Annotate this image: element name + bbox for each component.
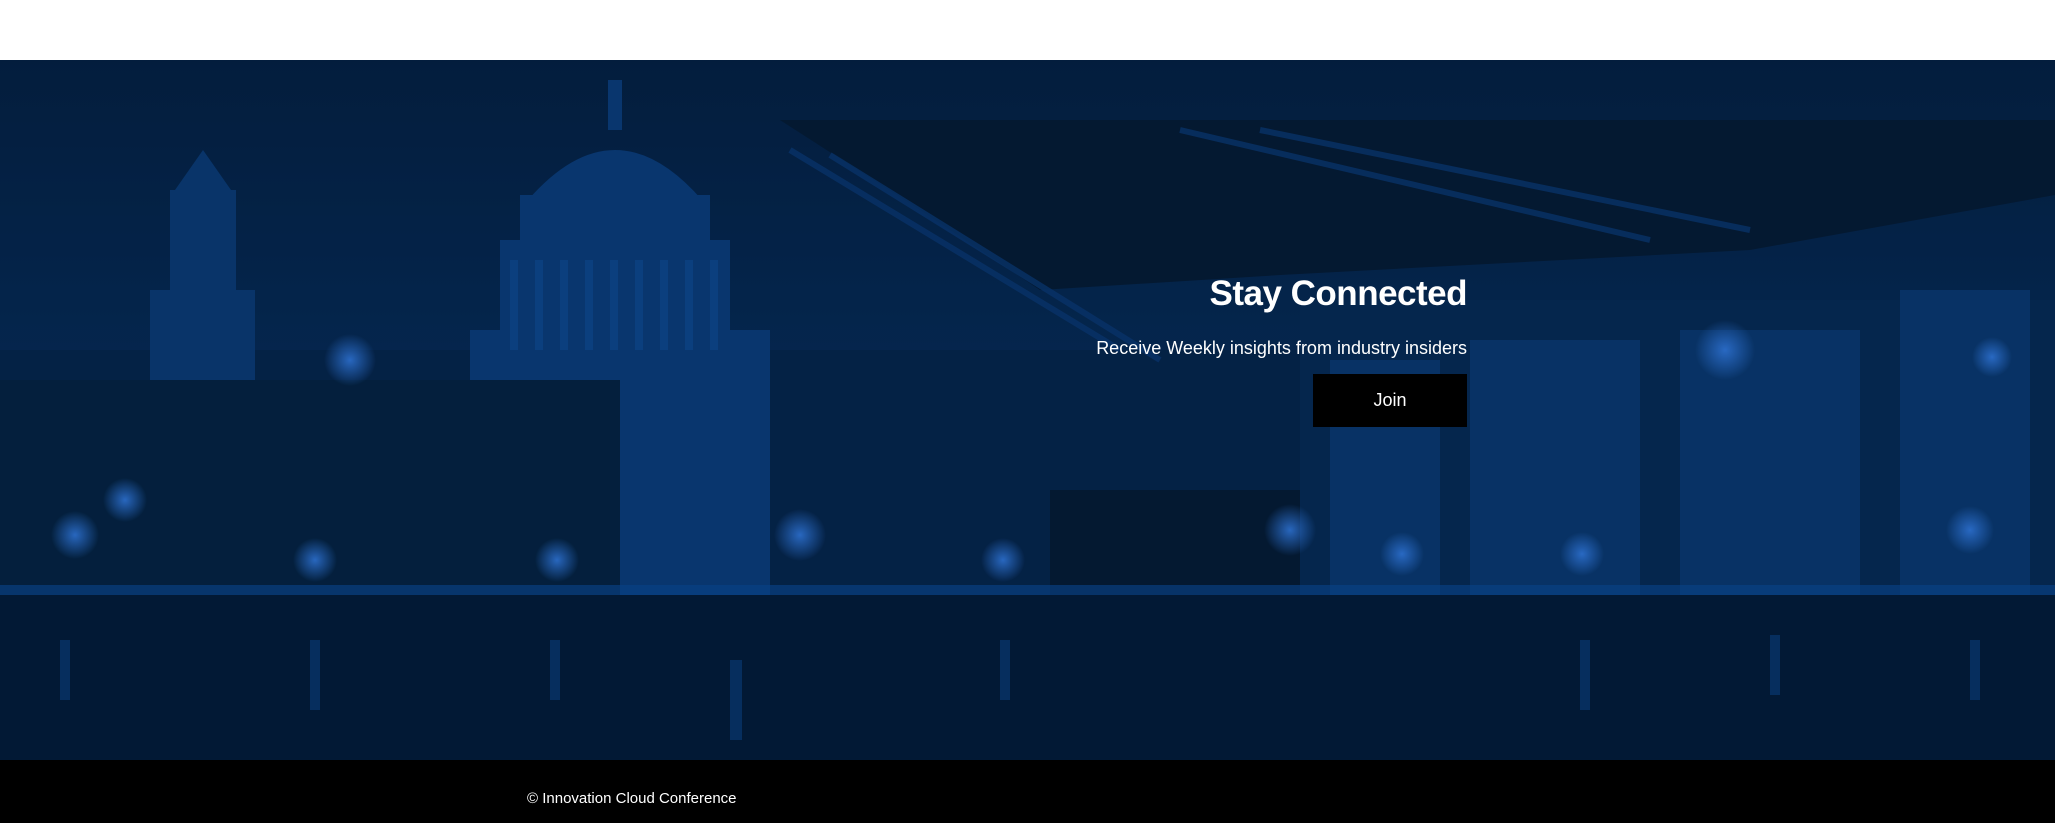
newsletter-subtitle: Receive Weekly insights from industry in…	[1096, 338, 1467, 358]
page-footer: © Innovation Cloud Conference	[0, 760, 2055, 823]
join-button[interactable]: Join	[1313, 374, 1467, 427]
newsletter-hero-section: Stay Connected Receive Weekly insights f…	[0, 60, 2055, 760]
copyright-text: © Innovation Cloud Conference	[527, 790, 737, 807]
city-skyline-background-image	[0, 60, 2055, 760]
top-white-strip	[0, 0, 2055, 60]
newsletter-title: Stay Connected	[1209, 274, 1468, 313]
